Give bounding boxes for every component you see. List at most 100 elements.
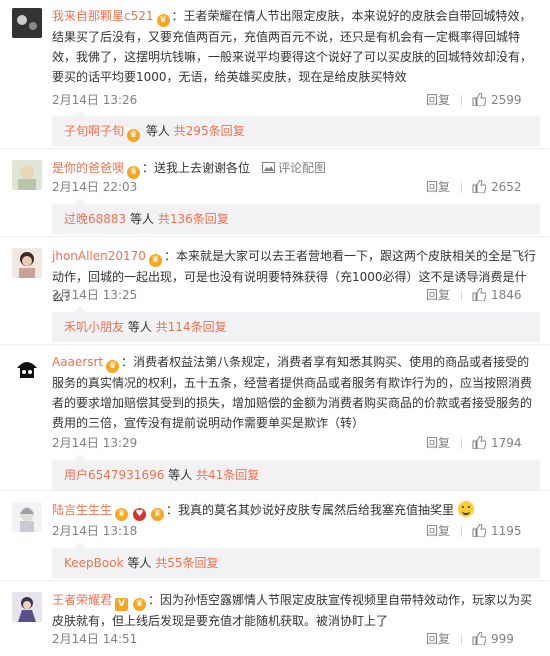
crown-badge-icon: ♛ [133,598,147,611]
crown-badge-icon: ♛ [156,14,170,27]
thumbs-up-icon [472,436,486,449]
crown-badge-icon: ♛ [148,254,162,267]
comment-time: 2月14日 13:29 [52,436,138,450]
like-count: 2599 [491,93,522,107]
like-count: 1794 [491,436,522,450]
comment-time: 2月14日 13:18 [52,524,138,538]
heart-badge-icon: ♥ [133,508,147,521]
reply-user[interactable]: 子旬啊子旬 [64,124,124,138]
thumbs-up-icon [472,524,486,537]
username[interactable]: 是你的爸爸噢 [52,161,124,175]
avatar[interactable] [12,160,42,190]
comment-time: 2月14日 13:25 [52,288,138,302]
reply-count[interactable]: 共114条回复 [156,320,227,334]
reply-summary[interactable]: 子旬啊子旬 ♛ 等人 共295条回复 [52,110,540,146]
divider [0,490,550,491]
reply-button[interactable]: 回复 [426,630,450,648]
avatar[interactable] [12,502,42,532]
reply-count[interactable]: 共55条回复 [155,556,218,570]
reply-button[interactable]: 回复 [426,178,450,196]
avatar[interactable] [12,8,42,38]
reply-user[interactable]: 禾叽小朋友 [64,320,124,334]
like-count: 999 [491,632,514,646]
like-count: 2652 [491,180,522,194]
avatar[interactable] [12,354,42,384]
reply-mid: 等人 [127,556,156,570]
reply-user[interactable]: KeepBook [64,556,124,570]
comment-item: Aaaersrt ♛ ：消费者权益法第八条规定，消费者享有知悉其购买、使用的商品或者… [0,346,550,490]
comment-image-link[interactable]: 评论配图 [262,161,326,175]
avatar[interactable] [12,248,42,278]
like-button[interactable]: 1846 [472,286,540,304]
avatar-image-icon [12,160,42,190]
comment-text: 王者荣耀君 V ♛ ：因为孙悟空露娜情人节限定皮肤宣传视频里自带特效动作，玩家以为买皮… [52,590,540,631]
like-button[interactable]: 1195 [472,522,540,540]
divider [461,438,462,449]
comment-text: 我来自那颗星c521 ♛ ：王者荣耀在情人节出限定皮肤，本来说好的皮肤会自带回城特效… [52,6,540,87]
comment-text: 是你的爸爸噢 ♛ ：送我上去谢谢各位 评论配图 [52,158,540,179]
reply-button[interactable]: 回复 [426,434,450,452]
username[interactable]: 陆言生生生 [52,503,112,517]
username[interactable]: Aaaersrt [52,355,103,369]
thumbs-up-icon [472,288,486,301]
divider [461,634,462,645]
crown-badge-icon: ♛ [127,129,141,142]
divider [461,526,462,537]
comment-content: ：消费者权益法第八条规定，消费者享有知悉其购买、使用的商品或者接受的服务的真实情… [52,355,533,430]
reply-summary[interactable]: 过晚68883 等人 共136条回复 [52,198,540,234]
avatar[interactable] [12,592,42,622]
like-button[interactable]: 2652 [472,178,540,196]
reply-mid: 等人 [168,468,197,482]
like-button[interactable]: 1794 [472,434,540,452]
username[interactable]: 我来自那颗星c521 [52,9,154,23]
crown-badge-icon: ♛ [115,508,129,521]
reply-summary[interactable]: KeepBook 等人 共55条回复 [52,542,540,578]
avatar-image-icon [12,248,42,278]
like-button[interactable]: 2599 [472,91,540,109]
divider [461,182,462,193]
like-button[interactable]: 999 [472,630,540,648]
avatar-image-icon [12,502,42,532]
comment-item: 王者荣耀君 V ♛ ：因为孙悟空露娜情人节限定皮肤宣传视频里自带特效动作，玩家以为买皮… [0,584,550,656]
verified-badge-icon: V [115,598,129,611]
reply-user[interactable]: 过晚68883 [64,212,126,226]
reply-count[interactable]: 共136条回复 [158,212,229,226]
reply-button[interactable]: 回复 [426,522,450,540]
thumbs-up-icon [472,180,486,193]
username[interactable]: jhonAllen20170 [52,249,146,263]
divider [461,290,462,301]
divider [0,236,550,237]
smile-emoji-icon [457,501,474,517]
comment-item: jhonAllen20170 ♛ ：本来就是大家可以去王者营地看一下，跟这两个皮肤相… [0,240,550,342]
comment-item: 陆言生生生 ♛ ♥ ♛ ：我真的莫名其妙说好皮肤专属然后给我塞充值抽奖里 2月14日 1… [0,494,550,578]
thumbs-up-icon [472,93,486,106]
comment-time: 2月14日 13:26 [52,93,138,107]
reply-button[interactable]: 回复 [426,91,450,109]
reply-summary[interactable]: 禾叽小朋友 等人 共114条回复 [52,306,540,342]
avatar-image-icon [12,8,42,38]
divider [0,344,550,345]
reply-mid: 等人 [145,124,174,138]
thumbs-up-icon [472,632,486,645]
crown-badge-icon: ♛ [151,508,165,521]
avatar-image-icon [12,592,42,622]
reply-summary[interactable]: 用户6547931696 等人 共41条回复 [52,454,540,490]
reply-user[interactable]: 用户6547931696 [64,468,164,482]
comment-text: 陆言生生生 ♛ ♥ ♛ ：我真的莫名其妙说好皮肤专属然后给我塞充值抽奖里 [52,500,540,521]
avatar-image-icon [12,354,42,384]
username[interactable]: 王者荣耀君 [52,593,112,607]
divider [0,580,550,581]
reply-count[interactable]: 共295条回复 [174,124,245,138]
comment-text: Aaaersrt ♛ ：消费者权益法第八条规定，消费者享有知悉其购买、使用的商品或者… [52,352,540,433]
comment-time: 2月14日 14:51 [52,632,138,646]
comment-time: 2月14日 22:03 [52,180,138,194]
reply-button[interactable]: 回复 [426,286,450,304]
reply-count[interactable]: 共41条回复 [196,468,259,482]
reply-mid: 等人 [130,212,158,226]
comment-content: ：送我上去谢谢各位 [142,161,251,175]
comment-item: 我来自那颗星c521 ♛ ：王者荣耀在情人节出限定皮肤，本来说好的皮肤会自带回城特效… [0,0,550,146]
comment-content: ：我真的莫名其妙说好皮肤专属然后给我塞充值抽奖里 [166,503,455,517]
reply-mid: 等人 [127,320,156,334]
divider [0,148,550,149]
divider [461,95,462,106]
